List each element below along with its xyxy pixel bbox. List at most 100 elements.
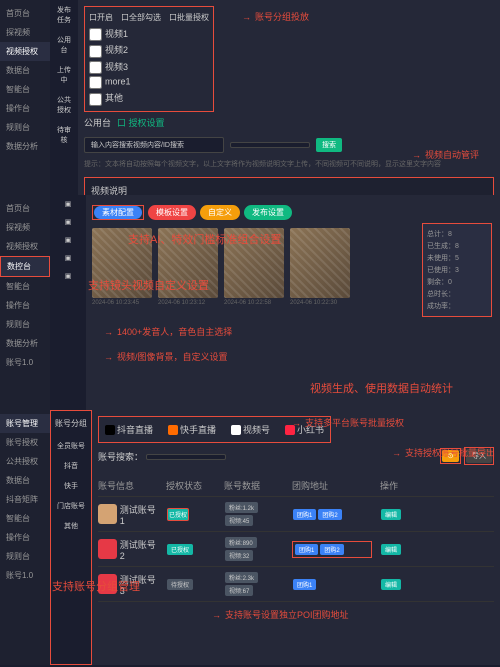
action-btn[interactable]: 编辑 (381, 579, 401, 590)
search-input-2[interactable] (230, 142, 310, 148)
tab-custom[interactable]: 自定义 (200, 205, 240, 220)
status-badge: 已授权 (167, 508, 189, 521)
sidebar-item[interactable]: 数据分析 (0, 334, 50, 353)
sidebar-item[interactable]: 公共授权 (0, 452, 50, 471)
checkbox-item[interactable]: 视频1 (89, 26, 209, 42)
sidebar-item[interactable]: 操作台 (0, 528, 50, 547)
platform-kuaishou[interactable]: 快手直播 (162, 421, 222, 438)
wechat-icon (231, 425, 241, 435)
group-item[interactable]: 全员账号 (51, 436, 91, 456)
sidebar-item[interactable]: 账号授权 (0, 433, 50, 452)
sidebar-item[interactable]: 账号1.0 (0, 353, 50, 372)
folder-icon[interactable]: ▣ (50, 267, 86, 285)
sidebar-item[interactable]: 抖音矩阵 (0, 490, 50, 509)
stat-row: 已使用：3 (427, 264, 487, 276)
checkbox-batch[interactable]: 口批量授权 (169, 11, 209, 24)
subsidebar-common[interactable]: 公用台 (50, 30, 78, 60)
checkbox-item[interactable]: 视频2 (89, 42, 209, 58)
tab-publish[interactable]: 发布设置 (244, 205, 292, 220)
sidebar-item[interactable]: 操作台 (0, 296, 50, 315)
sidebar-item-ai[interactable]: 智能台 (0, 80, 50, 99)
sidebar-item[interactable]: 规则台 (0, 547, 50, 566)
folder-icon[interactable]: ▣ (50, 195, 86, 213)
table-row[interactable]: 测试账号3 待授权 粉丝:2.3k视频:67 团购1 编辑 (98, 567, 494, 602)
group-item[interactable]: 抖音 (51, 456, 91, 476)
sidebar-item-explore[interactable]: 探视频 (0, 23, 50, 42)
stat-row: 总计：8 (427, 228, 487, 240)
sidebar-item[interactable]: 规则台 (0, 315, 50, 334)
subsidebar-pending[interactable]: 待审核 (50, 120, 78, 150)
annotation: 支持镜头视频自定义设置 (88, 277, 209, 293)
filter-input[interactable] (146, 454, 226, 460)
tab-template[interactable]: 模板设置 (148, 205, 196, 220)
checkbox-item[interactable]: 视频3 (89, 59, 209, 75)
sidebar-item-ops[interactable]: 操作台 (0, 99, 50, 118)
main-sidebar: 账号管理 账号授权 公共授权 数据台 抖音矩阵 智能台 操作台 规则台 账号1.… (0, 410, 50, 665)
group-item[interactable]: 门店账号 (51, 496, 91, 516)
status-badge: 待授权 (167, 579, 193, 590)
sidebar-item[interactable]: 首页台 (0, 199, 50, 218)
annotation: →支持多平台账号批量授权 (288, 416, 404, 429)
sidebar-item[interactable]: 数据台 (0, 471, 50, 490)
table-row[interactable]: 测试账号2 已授权 粉丝:890视频:32 团购1团购2 编辑 (98, 532, 494, 567)
avatar (98, 539, 117, 559)
account-name: 测试账号1 (120, 503, 158, 526)
group-header: 账号分组 (51, 411, 91, 436)
annotation: →视频/图像背景，自定义设置 (100, 350, 228, 363)
sidebar-item-rules[interactable]: 规则台 (0, 118, 50, 137)
sub-sidebar: 发布任务 公用台 上传中 公共授权 待审核 (50, 0, 78, 195)
sidebar-item-data[interactable]: 数据台 (0, 61, 50, 80)
account-group-checkbox: 口开启 口全部勾选 口批量授权 视频1 视频2 视频3 more1 其他 (84, 6, 214, 112)
annotation: →1400+发音人，音色自主选择 (100, 325, 232, 338)
checkbox-item[interactable]: 其他 (89, 90, 209, 106)
subsidebar-auth[interactable]: 公共授权 (50, 90, 78, 120)
subsidebar-upload[interactable]: 上传中 (50, 60, 78, 90)
sidebar-item-control[interactable]: 数控台 (0, 256, 50, 277)
main-content: 素材配置 模板设置 自定义 发布设置 2024-06 10:23:45 2024… (86, 195, 500, 410)
group-item[interactable]: 其他 (51, 516, 91, 536)
folder-icon[interactable]: ▣ (50, 213, 86, 231)
poi-tag[interactable]: 团购1 (293, 509, 316, 520)
sidebar-item-home[interactable]: 首页台 (0, 4, 50, 23)
video-date: 2024-06 10:23:12 (158, 298, 218, 306)
tab-material[interactable]: 素材配置 (94, 206, 142, 219)
video-date: 2024-06 10:23:45 (92, 298, 152, 306)
checkbox-enable[interactable]: 口开启 (89, 11, 113, 24)
sidebar-item-accounts[interactable]: 账号管理 (0, 414, 50, 433)
filter-label: 账号搜索： (98, 452, 143, 462)
group-item[interactable]: 快手 (51, 476, 91, 496)
table-row[interactable]: 测试账号1 已授权 粉丝:1.2k视频:45 团购1团购2 编辑 (98, 497, 494, 532)
douyin-icon (105, 425, 115, 435)
subsidebar-publish[interactable]: 发布任务 (50, 0, 78, 30)
kuaishou-icon (168, 425, 178, 435)
stat-row: 剩余：0 (427, 276, 487, 288)
checkbox-selectall[interactable]: 口全部勾选 (121, 11, 161, 24)
search-input[interactable]: 输入内容搜索视频内容/ID搜索 (84, 137, 224, 153)
avatar (98, 504, 117, 524)
stat-row: 总时长： (427, 288, 487, 300)
stats-panel: 总计：8 已生成：8 未使用：5 已使用：3 剩余：0 总时长： 成功率： (422, 223, 492, 317)
stat-row: 未使用：5 (427, 252, 487, 264)
action-btn[interactable]: 编辑 (381, 544, 401, 555)
checkbox-item[interactable]: more1 (89, 75, 209, 90)
annotation-arrow-icon: →账号分组投放 (238, 10, 309, 23)
platform-douyin[interactable]: 抖音直播 (99, 421, 159, 438)
annotation: 视频生成、使用数据自动统计 (310, 380, 453, 396)
form-label: 公用台 (84, 116, 111, 129)
sidebar-item[interactable]: 智能台 (0, 509, 50, 528)
sidebar-item[interactable]: 视频授权 (0, 237, 50, 256)
sidebar-item-analytics[interactable]: 数据分析 (0, 137, 50, 156)
poi-tag[interactable]: 团购1 (293, 579, 316, 590)
folder-icon[interactable]: ▣ (50, 249, 86, 267)
sidebar-item[interactable]: 智能台 (0, 277, 50, 296)
search-button[interactable]: 搜索 (316, 138, 342, 152)
platform-wechat[interactable]: 视频号 (225, 421, 276, 438)
folder-icon[interactable]: ▣ (50, 231, 86, 249)
poi-tag[interactable]: 团购1 (295, 544, 318, 555)
action-btn[interactable]: 编辑 (381, 509, 401, 520)
sidebar-item-auth[interactable]: 视频授权 (0, 42, 50, 61)
sidebar-item[interactable]: 探视频 (0, 218, 50, 237)
sidebar-item[interactable]: 账号1.0 (0, 566, 50, 585)
video-card[interactable]: 2024-06 10:22:30 (290, 228, 350, 306)
annotation-arrow-icon: →视频自动管评 (408, 148, 479, 161)
